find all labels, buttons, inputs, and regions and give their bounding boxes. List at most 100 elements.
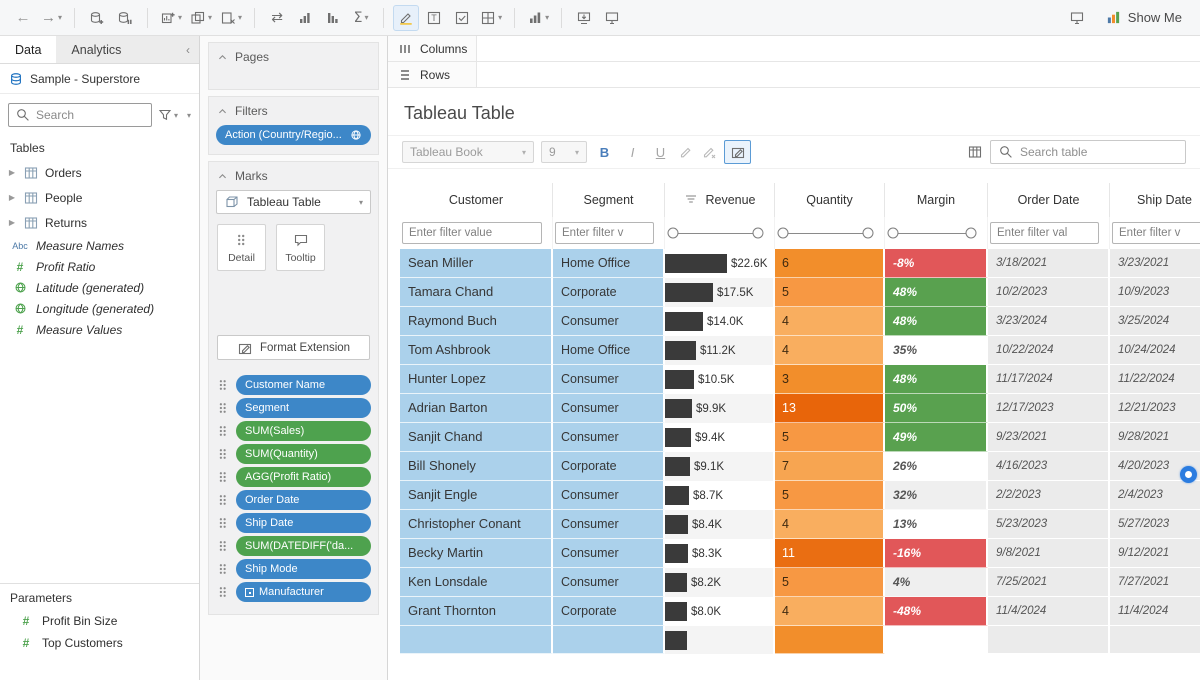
table-row[interactable]: Hunter LopezConsumer$10.5K348%11/17/2024… [400,365,1200,394]
column-header[interactable]: Ship Date [1110,183,1200,217]
slider-knob-right[interactable] [753,228,764,239]
expand-caret-icon[interactable]: ▶ [7,218,17,227]
segment-cell[interactable]: Consumer [553,423,665,452]
column-header[interactable]: Customer [400,183,553,217]
revenue-cell[interactable] [665,626,775,654]
mark-type-dropdown[interactable]: Tableau Table ▾ [216,190,371,214]
format-painter-icon[interactable] [678,144,694,160]
cell-size-icon[interactable]: ▾ [477,5,505,31]
totals-icon[interactable]: Σ▾ [348,5,374,31]
margin-cell[interactable]: 48% [885,307,988,336]
table-search-box[interactable] [990,140,1186,164]
column-header[interactable]: Quantity [775,183,885,217]
order-date-cell[interactable]: 9/23/2021 [988,423,1110,452]
table-row[interactable]: Tamara ChandCorporate$17.5K548%10/2/2023… [400,278,1200,307]
segment-cell[interactable]: Home Office [553,249,665,278]
datasource-row[interactable]: Sample - Superstore [0,64,199,94]
sidebar-field-item[interactable]: AbcMeasure Names [0,235,199,256]
pause-auto-updates-icon[interactable] [112,5,138,31]
clear-sheet-icon[interactable]: ▾ [217,5,245,31]
margin-cell[interactable]: 48% [885,278,988,307]
collapse-pane-icon[interactable]: ‹ [177,36,199,63]
customer-cell[interactable]: Sean Miller [400,249,553,278]
chevron-up-icon[interactable] [217,106,228,117]
view-data-icon[interactable] [967,144,983,160]
slider-knob-left[interactable] [668,228,679,239]
ship-date-filter-input[interactable] [1112,222,1200,244]
order-date-cell[interactable]: 10/2/2023 [988,278,1110,307]
sheet-title[interactable]: Tableau Table [388,88,1200,135]
customer-cell[interactable]: Hunter Lopez [400,365,553,394]
device-preview-icon[interactable] [1064,5,1090,31]
margin-cell[interactable]: 49% [885,423,988,452]
expand-caret-icon[interactable]: ▶ [7,168,17,177]
sort-ascending-icon[interactable] [292,5,318,31]
fit-view-icon[interactable]: ▾ [524,5,552,31]
quantity-cell[interactable]: 5 [775,568,885,597]
filter-pill-action[interactable]: Action (Country/Regio... [216,125,371,145]
segment-cell[interactable]: Home Office [553,336,665,365]
margin-cell[interactable]: 4% [885,568,988,597]
edit-table-button[interactable] [724,140,751,164]
margin-cell[interactable]: 35% [885,336,988,365]
table-row[interactable]: Grant ThorntonCorporate$8.0K4-48%11/4/20… [400,597,1200,626]
margin-cell[interactable]: 32% [885,481,988,510]
column-header[interactable]: Order Date [988,183,1110,217]
field-pill[interactable]: SUM(DATEDIFF('da... [236,536,371,556]
table-search-input[interactable] [1020,145,1178,159]
text-label-icon[interactable]: T [421,5,447,31]
order-date-cell[interactable]: 11/17/2024 [988,365,1110,394]
order-date-cell[interactable]: 10/22/2024 [988,336,1110,365]
quantity-cell[interactable] [775,626,885,654]
margin-cell[interactable]: -8% [885,249,988,278]
ship-date-cell[interactable]: 10/9/2023 [1110,278,1200,307]
pane-options-icon[interactable]: ▾ [187,111,191,120]
redo-icon[interactable]: →▾ [38,5,65,31]
revenue-cell[interactable]: $14.0K [665,307,775,336]
customer-cell[interactable]: Tom Ashbrook [400,336,553,365]
segment-filter-input[interactable] [555,222,654,244]
segment-cell[interactable]: Consumer [553,394,665,423]
columns-drop-area[interactable] [476,36,1200,61]
segment-cell[interactable]: Consumer [553,365,665,394]
ship-date-cell[interactable]: 9/12/2021 [1110,539,1200,568]
quantity-cell[interactable]: 5 [775,278,885,307]
field-pill[interactable]: Order Date [236,490,371,510]
ship-date-cell[interactable]: 10/24/2024 [1110,336,1200,365]
sidebar-parameter-item[interactable]: #Top Customers [0,632,199,654]
ship-date-cell[interactable]: 2/4/2023 [1110,481,1200,510]
segment-cell[interactable]: Consumer [553,510,665,539]
tab-analytics[interactable]: Analytics [56,36,136,63]
quantity-cell[interactable]: 7 [775,452,885,481]
chevron-up-icon[interactable] [217,171,228,182]
new-worksheet-icon[interactable]: ▾ [157,5,185,31]
sidebar-table-item[interactable]: ▶Returns [0,210,199,235]
revenue-cell[interactable]: $8.3K [665,539,775,568]
undo-icon[interactable]: ← [10,5,36,31]
order-date-cell[interactable]: 3/18/2021 [988,249,1110,278]
table-row[interactable]: Bill ShonelyCorporate$9.1K726%4/16/20234… [400,452,1200,481]
expand-caret-icon[interactable]: ▶ [7,193,17,202]
table-row[interactable]: Sean MillerHome Office$22.6K6-8%3/18/202… [400,249,1200,278]
search-input[interactable] [36,108,145,122]
margin-cell[interactable]: 50% [885,394,988,423]
quantity-cell[interactable]: 5 [775,423,885,452]
sort-descending-icon[interactable] [320,5,346,31]
tooltip-button[interactable]: Tooltip [276,224,325,271]
clear-formatting-icon[interactable] [701,144,717,160]
order-date-cell[interactable]: 11/4/2024 [988,597,1110,626]
segment-cell[interactable]: Corporate [553,597,665,626]
customer-cell[interactable]: Adrian Barton [400,394,553,423]
order-date-cell[interactable]: 9/8/2021 [988,539,1110,568]
segment-cell[interactable] [553,626,665,654]
order-date-cell[interactable]: 7/25/2021 [988,568,1110,597]
quantity-cell[interactable]: 11 [775,539,885,568]
revenue-cell[interactable]: $22.6K [665,249,775,278]
revenue-cell[interactable]: $11.2K [665,336,775,365]
font-size-dropdown[interactable]: 9 ▾ [541,141,587,163]
highlight-icon[interactable] [393,5,419,31]
margin-cell[interactable] [885,626,988,654]
segment-cell[interactable]: Consumer [553,481,665,510]
table-row[interactable]: Adrian BartonConsumer$9.9K1350%12/17/202… [400,394,1200,423]
tab-data[interactable]: Data [0,36,56,63]
